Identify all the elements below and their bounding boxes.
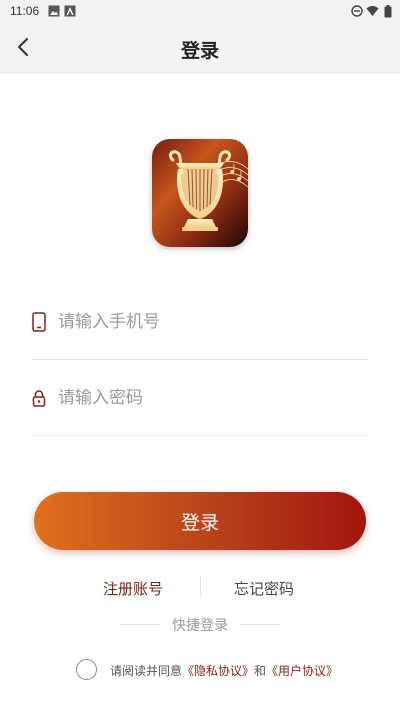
privacy-policy-link[interactable]: 《隐私协议》 xyxy=(182,664,254,678)
battery-icon xyxy=(384,5,392,21)
forgot-password-link[interactable]: 忘记密码 xyxy=(234,578,294,599)
page-title: 登录 xyxy=(180,40,219,62)
agreement-checkbox[interactable] xyxy=(76,659,97,680)
user-agreement-link[interactable]: 《用户协议》 xyxy=(266,664,338,678)
register-link[interactable]: 注册账号 xyxy=(103,578,163,599)
status-bar: 11:06 xyxy=(0,0,400,24)
app-logo xyxy=(152,139,248,247)
agreement-text: 请阅读并同意《隐私协议》和《用户协议》 xyxy=(110,662,338,679)
mobile-phone-icon xyxy=(32,312,48,332)
account-links: 注册账号 忘记密码 xyxy=(0,576,400,600)
lock-icon xyxy=(32,388,48,408)
app-notification-icon xyxy=(64,5,76,20)
login-button[interactable]: 登录 xyxy=(34,492,366,550)
agreement-prefix: 请阅读并同意 xyxy=(110,664,183,678)
agreement-and: 和 xyxy=(254,664,267,678)
wifi-icon xyxy=(366,5,379,20)
agreement-row: 请阅读并同意《隐私协议》和《用户协议》 xyxy=(76,658,376,684)
phone-field xyxy=(32,284,368,360)
divider-line-right xyxy=(240,624,280,625)
quick-login-divider: 快捷登录 xyxy=(0,614,400,636)
password-input[interactable] xyxy=(58,382,358,414)
phone-input[interactable] xyxy=(58,306,358,338)
quick-login-label[interactable]: 快捷登录 xyxy=(0,615,400,635)
navigation-bar: 登录 xyxy=(0,24,400,74)
status-time: 11:06 xyxy=(10,4,40,18)
do-not-disturb-icon xyxy=(351,5,363,20)
image-notification-icon xyxy=(48,5,60,20)
password-field xyxy=(32,360,368,436)
links-divider xyxy=(200,576,201,598)
